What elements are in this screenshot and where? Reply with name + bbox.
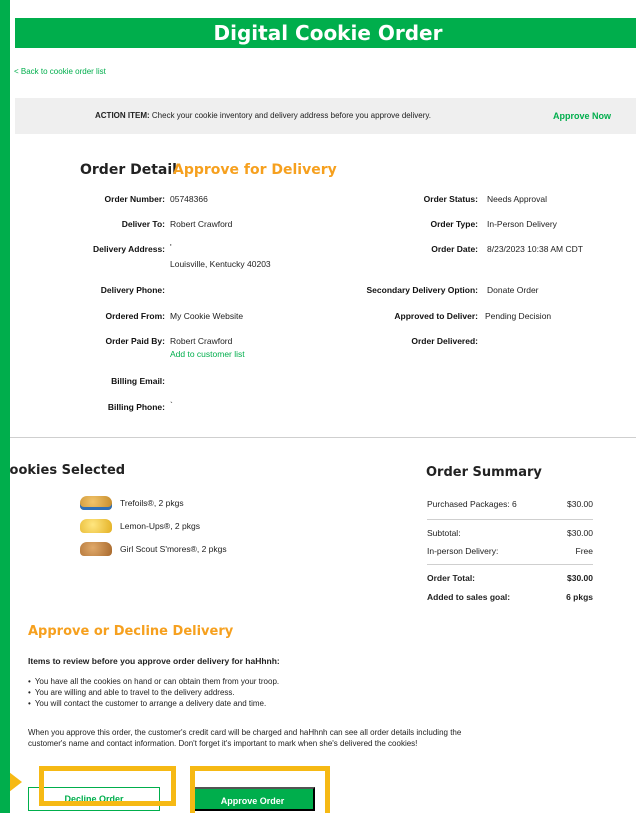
delivery-fee-row: In-person Delivery: Free [427, 546, 593, 556]
approve-or-decline-title: Approve or Decline Delivery [28, 624, 234, 639]
action-item-text: Check your cookie inventory and delivery… [149, 111, 432, 120]
order-date-value: 8/23/2023 10:38 AM CDT [487, 244, 583, 254]
order-type-label: Order Type: [430, 219, 478, 229]
review-items-list: You have all the cookies on hand or can … [28, 676, 279, 709]
secondary-delivery-label: Secondary Delivery Option: [366, 285, 478, 295]
subtotal-label: Subtotal: [427, 528, 461, 538]
section-divider [10, 437, 636, 438]
order-date-label: Order Date: [431, 244, 478, 254]
summary-divider [427, 564, 593, 565]
summary-divider [427, 519, 593, 520]
approve-now-link[interactable]: Approve Now [553, 98, 611, 134]
order-status-value: Needs Approval [487, 194, 548, 204]
delivery-phone-label: Delivery Phone: [100, 285, 165, 295]
approve-highlight-box [190, 766, 330, 813]
order-detail-title: Order Detail [80, 162, 177, 178]
page: Digital Cookie Order < Back to cookie or… [10, 0, 636, 813]
cookie-item-label: Lemon-Ups®, 2 pkgs [120, 521, 200, 531]
billing-phone-label: Billing Phone: [107, 402, 165, 412]
billing-phone-value: ` [170, 400, 173, 410]
back-to-order-list-link[interactable]: < Back to cookie order list [14, 67, 106, 76]
order-paid-by-label: Order Paid By: [105, 336, 165, 346]
order-paid-by-value: Robert Crawford [170, 336, 233, 346]
billing-email-label: Billing Email: [111, 376, 165, 386]
purchased-packages-row: Purchased Packages: 6 $30.00 [427, 499, 593, 509]
purchased-packages-value: $30.00 [567, 499, 593, 509]
delivery-address-line1: ' [170, 242, 172, 252]
ordered-from-value: My Cookie Website [170, 311, 244, 321]
lemon-ups-cookie-image [80, 519, 112, 533]
trefoils-cookie-image [80, 496, 112, 510]
subtotal-value: $30.00 [567, 528, 593, 538]
approved-to-deliver-label: Approved to Deliver: [394, 311, 478, 321]
approval-notice-text: When you approve this order, the custome… [28, 728, 462, 748]
cookie-item-lemon-ups: Lemon-Ups®, 2 pkgs [80, 518, 200, 534]
cookie-item-trefoils: Trefoils®, 2 pkgs [80, 495, 184, 511]
review-item: You are willing and able to travel to th… [28, 687, 279, 698]
order-status-label: Order Status: [423, 194, 478, 204]
sales-goal-label: Added to sales goal: [427, 592, 511, 602]
page-header: Digital Cookie Order [15, 18, 636, 48]
order-total-row: Order Total: $30.00 [427, 573, 593, 583]
add-to-customer-list-link[interactable]: Add to customer list [170, 349, 245, 359]
order-number-label: Order Number: [104, 194, 165, 204]
delivery-address-line2: Louisville, Kentucky 40203 [170, 259, 271, 269]
cookie-item-smores: Girl Scout S'mores®, 2 pkgs [80, 541, 227, 557]
ordered-from-label: Ordered From: [105, 311, 165, 321]
action-item-message: ACTION ITEM: Check your cookie inventory… [95, 98, 431, 134]
purchased-packages-label: Purchased Packages: 6 [427, 499, 517, 509]
cookie-item-label: Trefoils®, 2 pkgs [120, 498, 184, 508]
order-total-value: $30.00 [567, 573, 593, 583]
order-total-label: Order Total: [427, 573, 476, 583]
delivery-address-label: Delivery Address: [93, 244, 165, 254]
sales-goal-value: 6 pkgs [566, 592, 593, 602]
delivery-fee-value: Free [575, 546, 593, 556]
deliver-to-value: Robert Crawford [170, 219, 233, 229]
sales-goal-row: Added to sales goal: 6 pkgs [427, 592, 593, 602]
review-items-heading: Items to review before you approve order… [28, 656, 280, 666]
review-item: You will contact the customer to arrange… [28, 698, 279, 709]
deliver-to-label: Deliver To: [121, 219, 165, 229]
decline-highlight-box [39, 766, 176, 806]
approve-for-delivery-subtitle: Approve for Delivery [173, 162, 337, 178]
action-item-bar: ACTION ITEM: Check your cookie inventory… [15, 98, 636, 134]
order-number-value: 05748366 [170, 194, 208, 204]
order-summary-title: Order Summary [426, 465, 542, 480]
secondary-delivery-value: Donate Order [487, 285, 539, 295]
subtotal-row: Subtotal: $30.00 [427, 528, 593, 538]
delivery-fee-label: In-person Delivery: [427, 546, 499, 556]
order-type-value: In-Person Delivery [487, 219, 557, 229]
pointer-arrow-icon [10, 765, 22, 799]
action-item-prefix: ACTION ITEM: [95, 111, 150, 120]
cookies-selected-title: Cookies Selected [10, 463, 126, 478]
approved-to-deliver-value: Pending Decision [485, 311, 552, 321]
order-delivered-label: Order Delivered: [411, 336, 478, 346]
review-item: You have all the cookies on hand or can … [28, 676, 279, 687]
smores-cookie-image [80, 542, 112, 556]
cookie-item-label: Girl Scout S'mores®, 2 pkgs [120, 544, 227, 554]
